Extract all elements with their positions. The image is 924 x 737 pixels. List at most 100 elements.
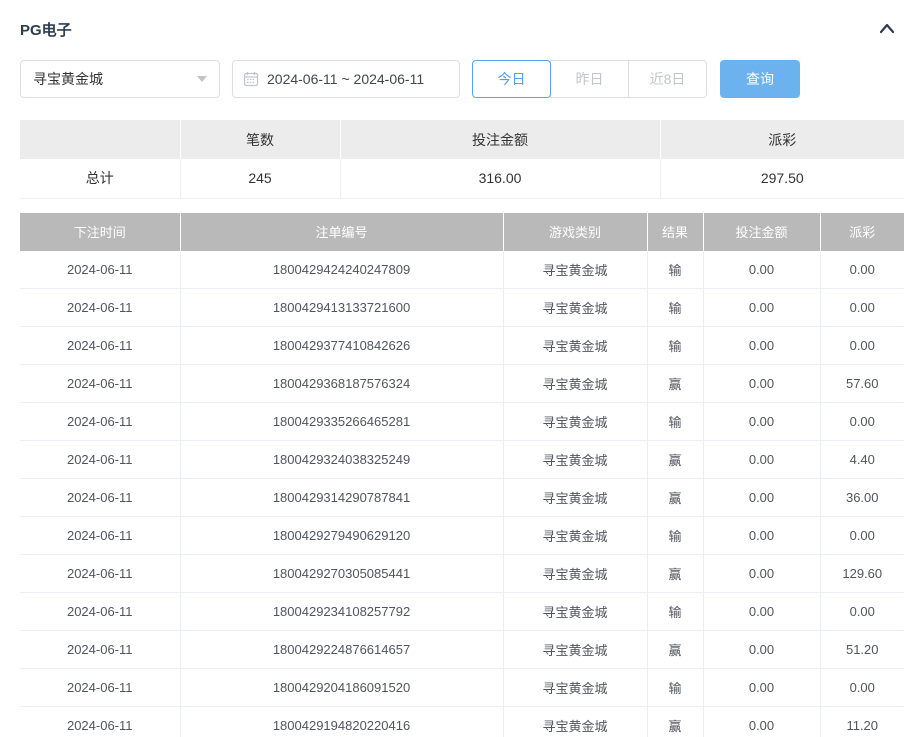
cell-order-number: 1800429194820220416	[180, 707, 503, 737]
cell-result: 输	[647, 403, 703, 441]
query-button[interactable]: 查询	[720, 60, 800, 98]
cell-result: 赢	[647, 441, 703, 479]
cell-game-category: 寻宝黄金城	[503, 403, 647, 441]
chevron-down-icon	[197, 76, 207, 82]
cell-bet-time: 2024-06-11	[20, 365, 180, 403]
cell-payout: 0.00	[820, 669, 904, 707]
cell-game-category: 寻宝黄金城	[503, 593, 647, 631]
cell-game-category: 寻宝黄金城	[503, 517, 647, 555]
cell-bet-amount: 0.00	[703, 403, 820, 441]
cell-order-number: 1800429314290787841	[180, 479, 503, 517]
cell-result: 输	[647, 593, 703, 631]
summary-total-row: 总计 245 316.00 297.50	[20, 159, 904, 198]
cell-game-category: 寻宝黄金城	[503, 251, 647, 289]
summary-header-row: 笔数 投注金额 派彩	[20, 120, 904, 159]
cell-payout: 0.00	[820, 593, 904, 631]
cell-bet-time: 2024-06-11	[20, 707, 180, 737]
cell-order-number: 1800429368187576324	[180, 365, 503, 403]
cell-result: 输	[647, 517, 703, 555]
cell-order-number: 1800429335266465281	[180, 403, 503, 441]
cell-game-category: 寻宝黄金城	[503, 479, 647, 517]
cell-bet-time: 2024-06-11	[20, 289, 180, 327]
table-row: 2024-06-11 1800429377410842626 寻宝黄金城 输 0…	[20, 327, 904, 365]
table-row: 2024-06-11 1800429368187576324 寻宝黄金城 赢 0…	[20, 365, 904, 403]
cell-game-category: 寻宝黄金城	[503, 555, 647, 593]
table-row: 2024-06-11 1800429324038325249 寻宝黄金城 赢 0…	[20, 441, 904, 479]
cell-payout: 11.20	[820, 707, 904, 737]
date-range-input[interactable]: 2024-06-11 ~ 2024-06-11	[232, 60, 460, 98]
cell-bet-amount: 0.00	[703, 517, 820, 555]
date-range-value: 2024-06-11 ~ 2024-06-11	[267, 71, 424, 87]
cell-payout: 129.60	[820, 555, 904, 593]
cell-bet-time: 2024-06-11	[20, 555, 180, 593]
header-bet-amount: 投注金额	[703, 213, 820, 251]
table-row: 2024-06-11 1800429270305085441 寻宝黄金城 赢 0…	[20, 555, 904, 593]
pg-games-panel: PG电子 寻宝黄金城 2024-06-11 ~ 2024-06-11	[0, 0, 924, 737]
panel-header: PG电子	[20, 18, 904, 40]
summary-table: 笔数 投注金额 派彩 总计 245 316.00 297.50	[20, 120, 904, 199]
last-8-days-button[interactable]: 近8日	[628, 60, 707, 98]
cell-bet-time: 2024-06-11	[20, 593, 180, 631]
cell-result: 赢	[647, 555, 703, 593]
table-row: 2024-06-11 1800429413133721600 寻宝黄金城 输 0…	[20, 289, 904, 327]
cell-payout: 51.20	[820, 631, 904, 669]
cell-game-category: 寻宝黄金城	[503, 365, 647, 403]
cell-result: 赢	[647, 365, 703, 403]
summary-total-payout: 297.50	[660, 159, 904, 198]
cell-game-category: 寻宝黄金城	[503, 441, 647, 479]
cell-bet-time: 2024-06-11	[20, 631, 180, 669]
cell-bet-time: 2024-06-11	[20, 327, 180, 365]
summary-total-label: 总计	[20, 159, 180, 198]
today-button[interactable]: 今日	[472, 60, 551, 98]
cell-result: 输	[647, 327, 703, 365]
cell-order-number: 1800429413133721600	[180, 289, 503, 327]
game-select-value: 寻宝黄金城	[33, 69, 103, 89]
cell-result: 赢	[647, 707, 703, 737]
cell-bet-amount: 0.00	[703, 327, 820, 365]
cell-payout: 4.40	[820, 441, 904, 479]
cell-game-category: 寻宝黄金城	[503, 669, 647, 707]
cell-payout: 0.00	[820, 517, 904, 555]
filter-bar: 寻宝黄金城 2024-06-11 ~ 2024-06-11 今日 昨日 近8日	[20, 60, 904, 98]
cell-order-number: 1800429234108257792	[180, 593, 503, 631]
summary-header-bet-amount: 投注金额	[340, 120, 660, 159]
cell-result: 输	[647, 251, 703, 289]
quick-range-group: 今日 昨日 近8日	[472, 60, 707, 98]
cell-bet-amount: 0.00	[703, 555, 820, 593]
header-order-number: 注单编号	[180, 213, 503, 251]
cell-result: 输	[647, 289, 703, 327]
yesterday-button[interactable]: 昨日	[550, 60, 629, 98]
cell-order-number: 1800429324038325249	[180, 441, 503, 479]
summary-header-count: 笔数	[180, 120, 340, 159]
cell-order-number: 1800429377410842626	[180, 327, 503, 365]
cell-bet-time: 2024-06-11	[20, 479, 180, 517]
table-row: 2024-06-11 1800429279490629120 寻宝黄金城 输 0…	[20, 517, 904, 555]
bet-table-body: 2024-06-11 1800429424240247809 寻宝黄金城 输 0…	[20, 251, 904, 737]
bet-records-table: 下注时间 注单编号 游戏类别 结果 投注金额 派彩 2024-06-11 180…	[20, 213, 904, 737]
table-row: 2024-06-11 1800429234108257792 寻宝黄金城 输 0…	[20, 593, 904, 631]
cell-bet-time: 2024-06-11	[20, 251, 180, 289]
cell-bet-amount: 0.00	[703, 707, 820, 737]
game-select[interactable]: 寻宝黄金城	[20, 60, 220, 98]
bet-table-header-row: 下注时间 注单编号 游戏类别 结果 投注金额 派彩	[20, 213, 904, 251]
table-row: 2024-06-11 1800429194820220416 寻宝黄金城 赢 0…	[20, 707, 904, 737]
cell-payout: 0.00	[820, 403, 904, 441]
header-payout: 派彩	[820, 213, 904, 251]
cell-bet-time: 2024-06-11	[20, 669, 180, 707]
calendar-icon	[243, 71, 259, 87]
summary-header-empty	[20, 120, 180, 159]
cell-payout: 0.00	[820, 251, 904, 289]
cell-bet-amount: 0.00	[703, 669, 820, 707]
cell-game-category: 寻宝黄金城	[503, 631, 647, 669]
cell-bet-amount: 0.00	[703, 441, 820, 479]
cell-payout: 57.60	[820, 365, 904, 403]
cell-order-number: 1800429224876614657	[180, 631, 503, 669]
header-game-category: 游戏类别	[503, 213, 647, 251]
table-row: 2024-06-11 1800429314290787841 寻宝黄金城 赢 0…	[20, 479, 904, 517]
panel-title: PG电子	[20, 19, 72, 40]
cell-bet-amount: 0.00	[703, 365, 820, 403]
cell-game-category: 寻宝黄金城	[503, 289, 647, 327]
collapse-chevron-up-icon[interactable]	[876, 18, 898, 40]
cell-bet-amount: 0.00	[703, 251, 820, 289]
table-row: 2024-06-11 1800429224876614657 寻宝黄金城 赢 0…	[20, 631, 904, 669]
